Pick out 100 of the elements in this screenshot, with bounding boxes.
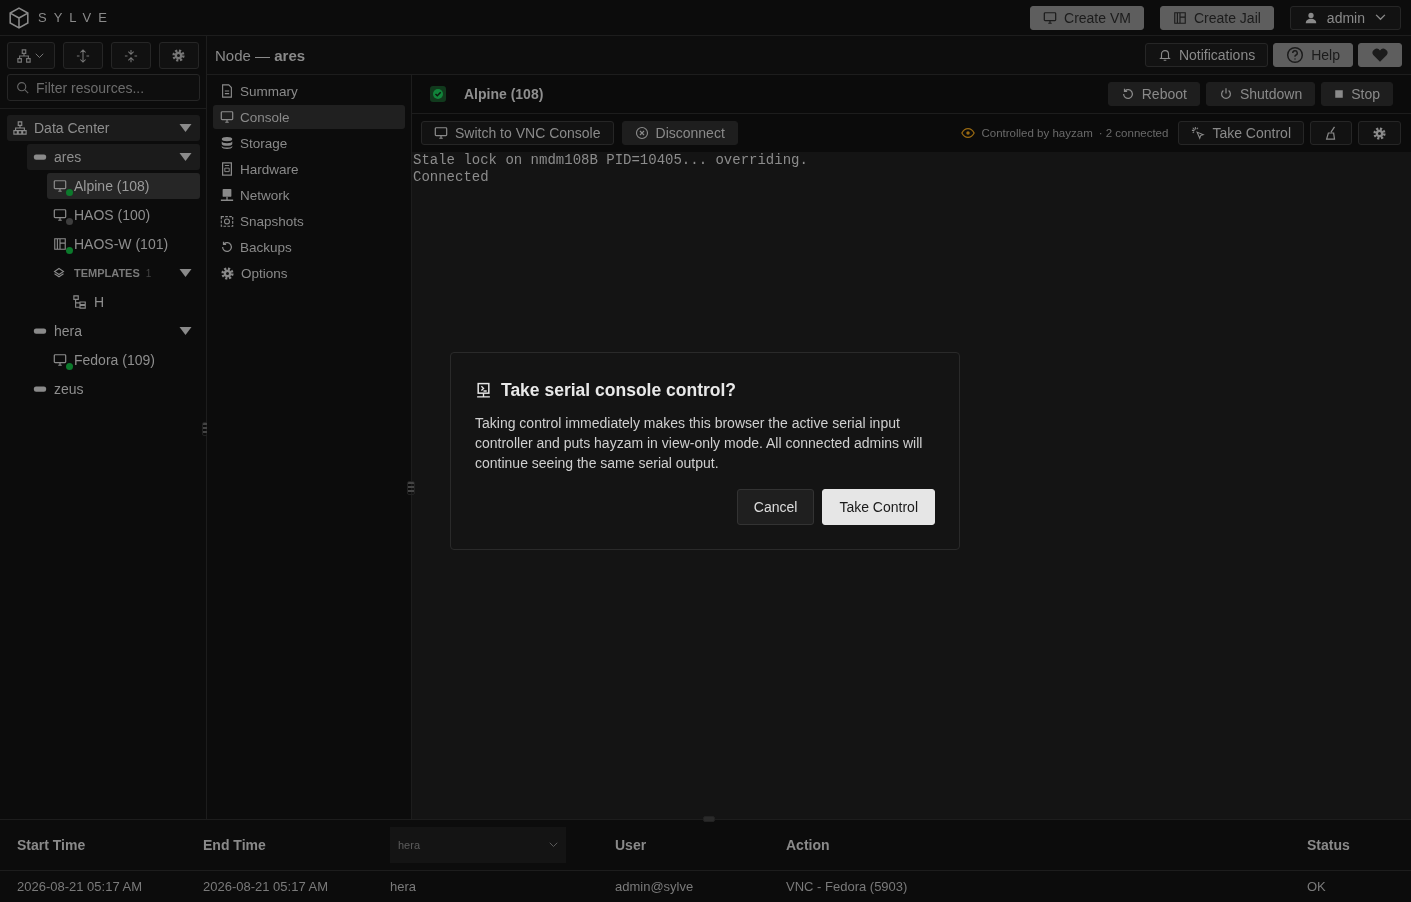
table-cell-text: OK (1307, 879, 1327, 894)
menu-item[interactable]: Network (213, 183, 405, 207)
expand-icon (75, 48, 90, 63)
table-cell-text: VNC - Fedora (5903) (786, 879, 909, 894)
tree-item[interactable]: Fedora (109) (47, 347, 200, 373)
cancel-button[interactable]: Cancel (736, 489, 815, 525)
tree-item[interactable]: Data Center (7, 115, 200, 141)
menu-item[interactable]: Backups (213, 235, 405, 259)
caret-icon (179, 269, 192, 277)
template-icon (73, 295, 87, 309)
table-cell-text: hera (390, 879, 418, 894)
network-icon (220, 188, 234, 202)
notifications-button[interactable]: Notifications (1144, 43, 1269, 67)
tree-view-button[interactable] (7, 42, 55, 69)
control-status: Controlled by hayzam (981, 127, 1093, 139)
monitor-icon (1043, 10, 1057, 25)
vm-action-button[interactable]: Reboot (1107, 82, 1200, 106)
caret-icon (179, 327, 192, 335)
column-header: Status (1307, 837, 1351, 853)
bell-icon (1157, 48, 1172, 62)
brand-name: SYLVE (38, 10, 114, 25)
tree-item[interactable]: HAOS (100) (47, 202, 200, 228)
caret-icon (179, 153, 192, 161)
menu-item[interactable]: Console (213, 105, 405, 129)
monitor-icon (220, 110, 234, 124)
chevron-down-icon (1375, 14, 1386, 21)
tree-label: HAOS-W (101) (74, 236, 169, 252)
rotate-icon (1120, 87, 1135, 101)
connected-count: · 2 connected (1098, 127, 1169, 139)
pointer-click-icon (1191, 126, 1206, 140)
layers-icon (53, 267, 65, 279)
user-menu-button[interactable]: admin (1289, 5, 1401, 30)
eye-icon (961, 126, 976, 140)
heart-icon (1371, 46, 1389, 64)
vm-title: Alpine (108) (464, 86, 544, 102)
tree-label: ares (54, 149, 82, 165)
tree-label: Alpine (108) (74, 178, 150, 194)
tree-item[interactable]: HAOS-W (101) (47, 231, 200, 257)
caret-icon (179, 124, 192, 132)
chevron-down-icon (35, 52, 45, 59)
tree-label: H (94, 294, 105, 310)
vm-action-button[interactable]: Shutdown (1205, 82, 1316, 106)
tree-item[interactable]: Alpine (108) (47, 173, 200, 199)
take-control-button[interactable]: Take Control (1178, 121, 1304, 145)
tree-label: zeus (54, 381, 84, 397)
check-badge-icon (430, 86, 446, 102)
hierarchy-icon (17, 48, 32, 63)
tree-label: Fedora (109) (74, 352, 155, 368)
menu-item[interactable]: Hardware (213, 157, 405, 181)
user-icon (1304, 11, 1317, 24)
clear-button[interactable] (1310, 121, 1352, 145)
column-header: User (615, 837, 648, 853)
close-icon (634, 126, 649, 140)
settings-button[interactable] (1358, 121, 1401, 145)
broom-icon (1324, 126, 1338, 140)
chevron-down-icon (549, 842, 558, 848)
monitor-icon (53, 353, 67, 367)
gear-icon (171, 48, 187, 63)
camera-icon (220, 214, 234, 228)
collapse-icon (123, 48, 138, 63)
gear-icon (220, 265, 235, 281)
resize-handle[interactable] (703, 816, 715, 822)
switch-console-button[interactable]: Switch to VNC Console (421, 121, 614, 145)
menu-item[interactable]: Summary (213, 79, 405, 103)
disconnect-button[interactable]: Disconnect (621, 121, 738, 145)
collapse-all-button[interactable] (110, 42, 151, 69)
console-line: Connected (413, 169, 490, 186)
tree-item[interactable]: H (67, 289, 200, 315)
hardware-icon (220, 162, 234, 176)
monitor-icon (53, 208, 67, 222)
confirm-button[interactable]: Take Control (822, 489, 935, 525)
tree-label: TEMPLATES (74, 267, 140, 279)
settings-button[interactable] (158, 42, 199, 69)
column-header: Start Time (17, 837, 87, 853)
help-icon (1286, 46, 1305, 64)
vm-action-button[interactable]: Stop (1321, 82, 1393, 106)
tree-label: Data Center (34, 120, 110, 136)
hierarchy-icon (13, 121, 27, 135)
rotate-icon (220, 240, 234, 254)
tree-label: hera (54, 323, 83, 339)
menu-item[interactable]: Snapshots (213, 209, 405, 233)
menu-item[interactable]: Storage (213, 131, 405, 155)
cube-logo-icon (8, 6, 30, 29)
table-cell-text: admin@sylve (615, 879, 695, 894)
stop-icon (1334, 89, 1345, 99)
grid-icon (53, 237, 67, 251)
donate-button[interactable] (1358, 43, 1402, 67)
terminal-icon (475, 382, 492, 399)
monitor-icon (434, 126, 448, 140)
menu-item[interactable]: Options (213, 261, 405, 285)
expand-all-button[interactable] (62, 42, 103, 69)
column-header: End Time (203, 837, 267, 853)
table-cell-text: 2026-08-21 05:17 AM (203, 879, 330, 894)
tree-item[interactable]: hera (27, 318, 200, 344)
tree-item[interactable]: zeus (27, 376, 200, 402)
tree-item[interactable]: ares (27, 144, 200, 170)
document-icon (220, 84, 234, 98)
column-header: Action (786, 837, 831, 853)
filter-field[interactable]: Filter resources... (7, 74, 200, 101)
dialog-message: Taking control immediately makes this browser the active serial input controller and puts hayzam in view-only mode. All connected admins will continue seeing the same serial output. (475, 414, 924, 473)
